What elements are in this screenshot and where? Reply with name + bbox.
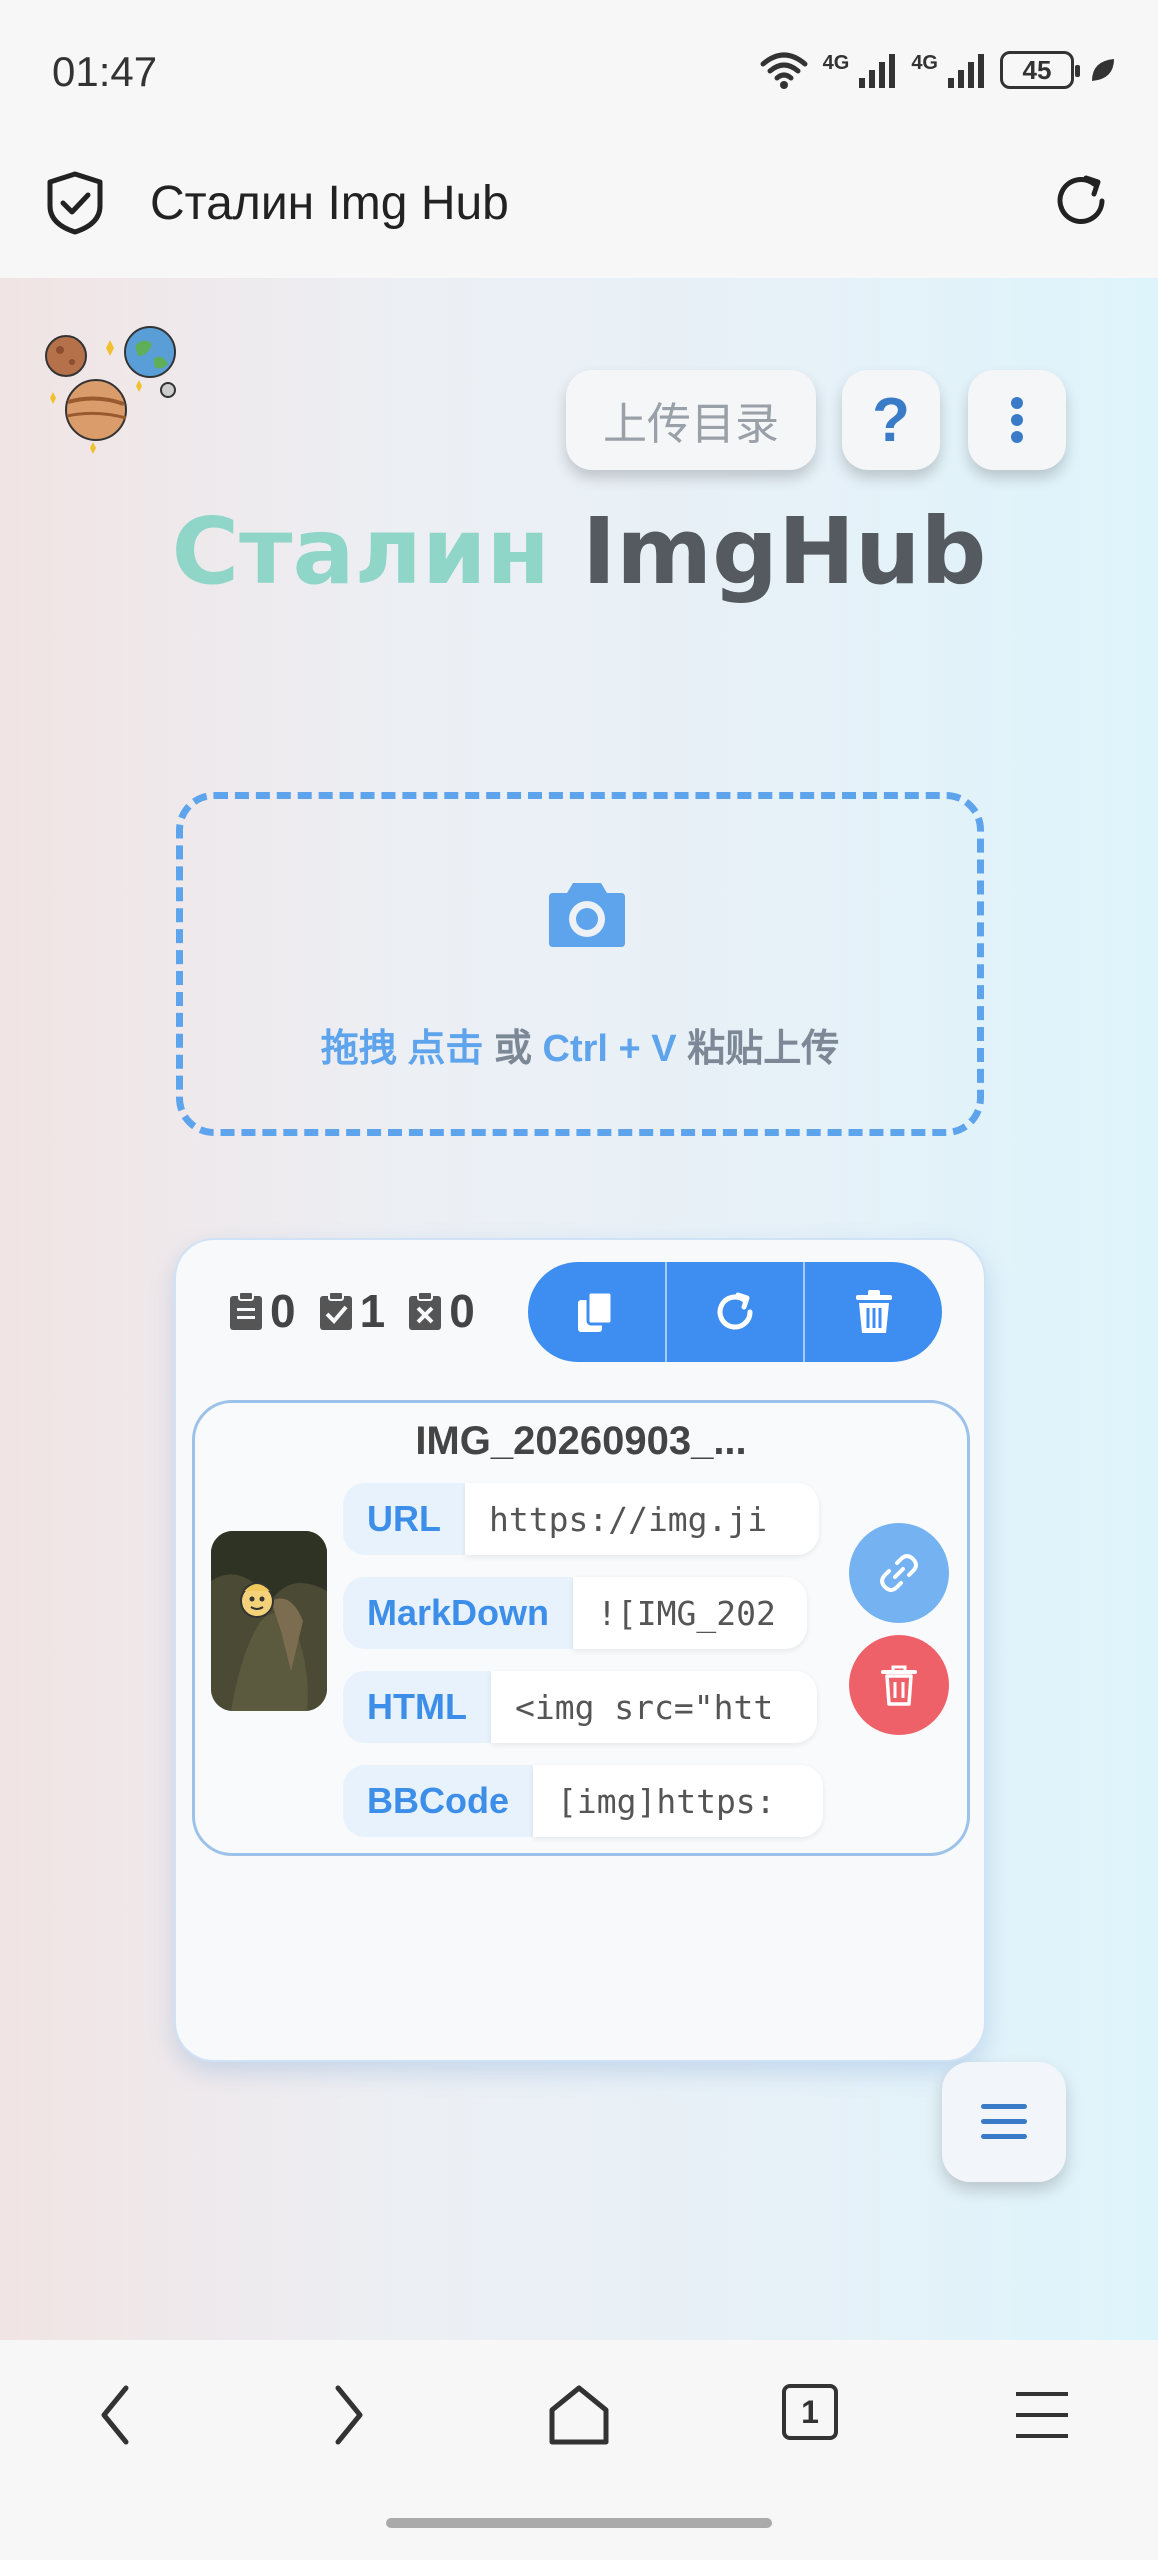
dropzone-text: 拖拽 点击 或 Ctrl + V 粘贴上传: [183, 1017, 977, 1072]
status-bar: 01:47 4G 4G 45: [0, 0, 1158, 150]
tab-count: 1: [801, 2393, 819, 2430]
pending-count-value: 0: [270, 1285, 296, 1337]
menu-icon[interactable]: [1014, 2380, 1070, 2450]
html-field[interactable]: <img src="htt: [490, 1671, 817, 1743]
link-row-url: URL https://img.ji: [343, 1483, 819, 1555]
brand-part-2: ImgHub: [582, 498, 987, 605]
leaf-icon: [1092, 59, 1114, 81]
wifi-icon: [760, 52, 808, 89]
bulk-action-group: [528, 1262, 942, 1362]
back-icon[interactable]: [96, 2380, 136, 2450]
retry-button[interactable]: [667, 1262, 806, 1362]
upload-results-panel: 0 1 0 IMG_20260903_... URL https://img.j…: [174, 1238, 986, 2062]
row-label: URL: [343, 1483, 465, 1555]
image-thumbnail[interactable]: [211, 1531, 327, 1711]
brand-title: Сталин ImgHub: [0, 498, 1158, 605]
thumbnail-image: [211, 1531, 327, 1711]
home-icon[interactable]: [546, 2380, 612, 2450]
pending-count: 0: [228, 1284, 296, 1338]
forward-icon[interactable]: [328, 2380, 368, 2450]
link-row-bbcode: BBCode [img]https:: [343, 1765, 823, 1837]
copy-link-button[interactable]: [849, 1523, 949, 1623]
link-row-markdown: MarkDown ![IMG_202: [343, 1577, 808, 1649]
link-row-html: HTML <img src="htt: [343, 1671, 817, 1743]
upload-counts: 0 1 0: [228, 1284, 485, 1338]
copy-icon: [578, 1290, 614, 1332]
more-vertical-icon: [1011, 397, 1023, 443]
bbcode-field[interactable]: [img]https:: [533, 1765, 823, 1837]
tabs-button[interactable]: 1: [782, 2384, 838, 2440]
clipboard-check-icon: [319, 1291, 352, 1330]
delete-image-button[interactable]: [849, 1635, 949, 1735]
or-text: 或: [493, 1028, 532, 1070]
markdown-field[interactable]: ![IMG_202: [573, 1577, 808, 1649]
url-field[interactable]: https://img.ji: [465, 1483, 819, 1555]
clear-all-button[interactable]: [805, 1262, 942, 1362]
help-button[interactable]: ?: [842, 370, 940, 470]
clipboard-list-icon: [230, 1291, 262, 1330]
signal-icon-2: [948, 54, 984, 88]
signal-icon: [859, 54, 896, 88]
upload-dir-button[interactable]: 上传目录: [566, 370, 816, 470]
clipboard-x-icon: [409, 1291, 442, 1330]
click-text[interactable]: 点击: [407, 1028, 483, 1070]
link-icon: [880, 1554, 918, 1592]
uploaded-image-card: IMG_20260903_... URL https://img.ji Mark…: [192, 1400, 970, 1856]
status-icons: 4G 4G 45: [759, 50, 1118, 90]
shortcut-text: Ctrl + V: [542, 1028, 677, 1070]
row-label: MarkDown: [343, 1577, 574, 1649]
brand-part-1: Сталин: [171, 498, 550, 605]
more-menu-button[interactable]: [968, 370, 1066, 470]
drag-text: 拖拽: [320, 1028, 397, 1070]
battery-icon: 45: [1000, 51, 1080, 89]
image-filename: IMG_20260903_...: [415, 1419, 747, 1463]
copy-all-button[interactable]: [528, 1262, 667, 1362]
shield-check-icon[interactable]: [44, 170, 106, 236]
floating-menu-button[interactable]: [942, 2062, 1066, 2182]
failed-count-value: 0: [449, 1285, 475, 1337]
status-time: 01:47: [52, 48, 158, 95]
trash-icon: [855, 1290, 892, 1333]
trash-icon: [881, 1665, 917, 1706]
done-count-value: 1: [359, 1285, 386, 1337]
planets-logo-icon: [45, 326, 176, 454]
gesture-home-indicator: [386, 2518, 772, 2528]
done-count: 1: [318, 1284, 386, 1338]
network-label-2: 4G: [911, 51, 938, 74]
network-label: 4G: [822, 51, 850, 74]
row-label: BBCode: [343, 1765, 533, 1837]
battery-level: 45: [1022, 54, 1052, 85]
reload-icon[interactable]: [1050, 170, 1112, 232]
paste-upload-text: 粘贴上传: [687, 1028, 840, 1070]
hamburger-icon: [981, 2104, 1027, 2139]
refresh-icon: [717, 1292, 753, 1330]
page-title[interactable]: Сталин Img Hub: [150, 176, 509, 231]
failed-count: 0: [407, 1284, 475, 1338]
upload-dropzone[interactable]: 拖拽 点击 或 Ctrl + V 粘贴上传: [176, 792, 984, 1136]
row-label: HTML: [343, 1671, 491, 1743]
camera-icon: [549, 883, 625, 947]
